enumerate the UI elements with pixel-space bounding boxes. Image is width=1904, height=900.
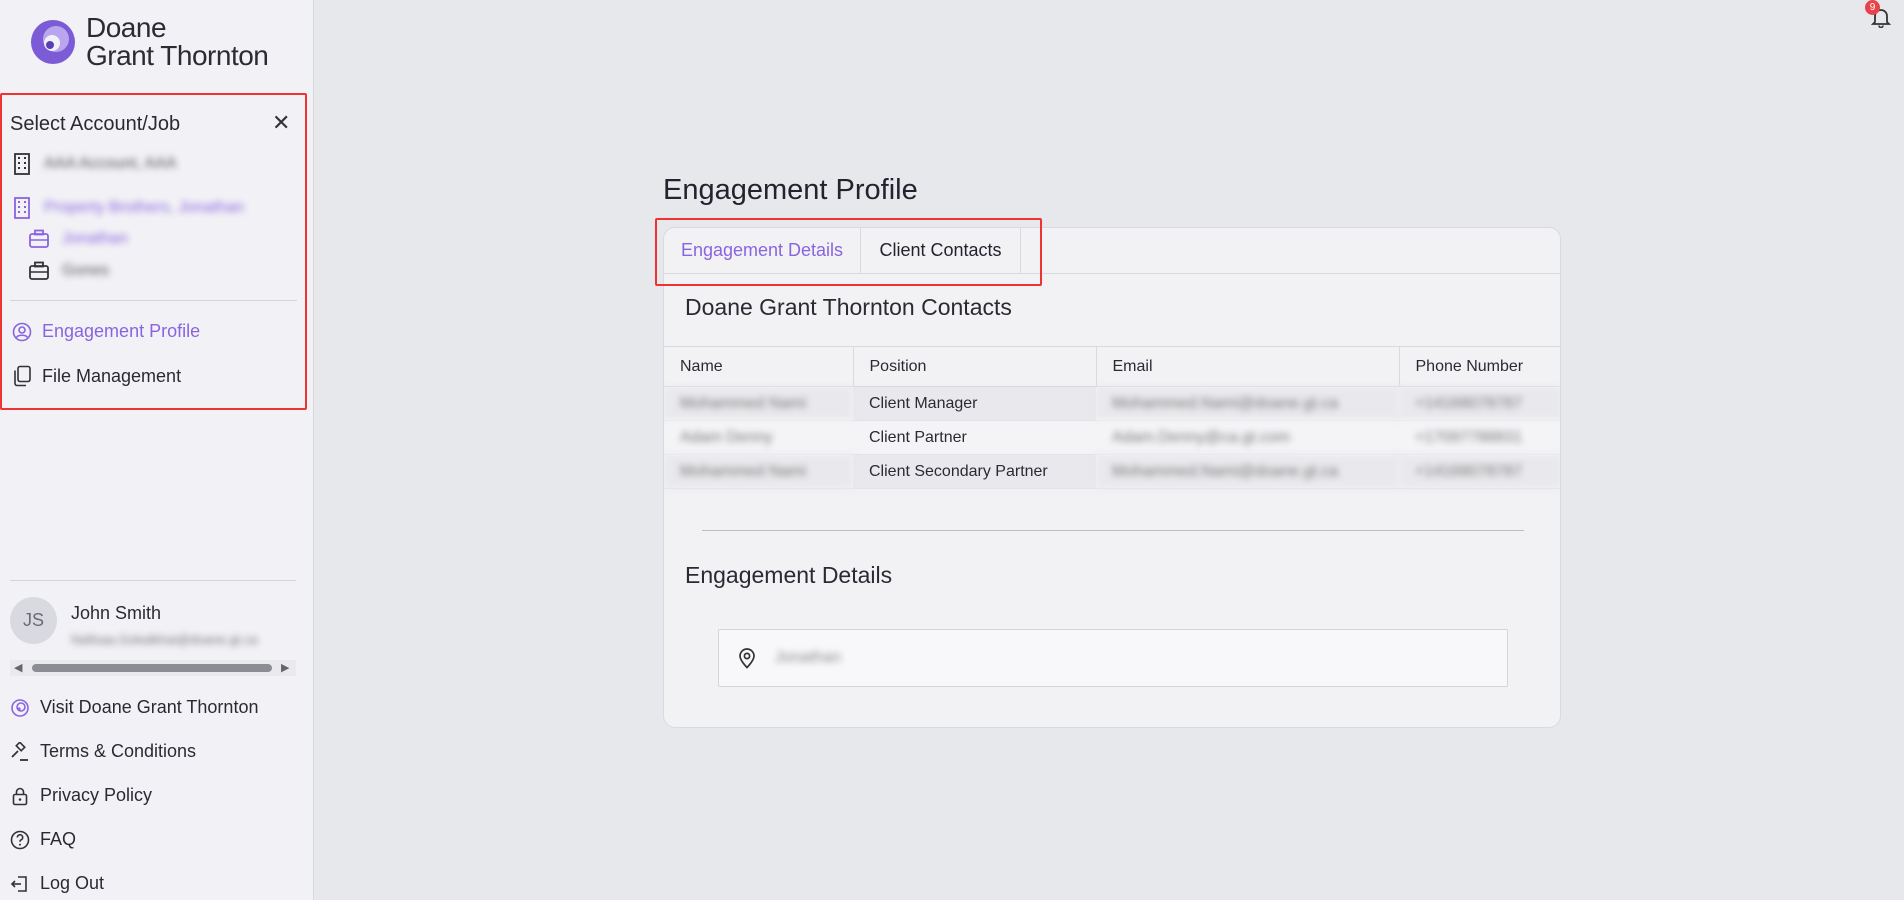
panel-title: Select Account/Job [10, 113, 181, 135]
scrollbar-thumb[interactable] [32, 664, 272, 672]
link-privacy[interactable]: Privacy Policy [10, 785, 152, 806]
nav-file-management[interactable]: File Management [12, 365, 181, 387]
scroll-left-icon[interactable]: ◀ [14, 661, 22, 674]
link-faq[interactable]: FAQ [10, 829, 76, 850]
location-field: Jonathan [718, 629, 1508, 687]
table-row: Adam Denny Client Partner Adam.Denny@ca.… [664, 420, 1560, 455]
contact-name: Adam Denny [664, 420, 853, 455]
user-profile[interactable]: JS John Smith Nafisaa.Gokalkhai@doane.gt… [10, 597, 258, 647]
account-label: Property Brothers, Jonathan [44, 199, 245, 216]
files-icon [12, 365, 32, 387]
link-label: FAQ [40, 829, 77, 849]
briefcase-icon [28, 261, 50, 281]
account-item-property-brothers[interactable]: Property Brothers, Jonathan [12, 197, 244, 219]
account-job-selector: Select Account/Job ✕ AAA Account, AAA Pr… [0, 93, 307, 410]
contact-email[interactable]: Mohammed.Nami@doane.gt.ca [1096, 454, 1399, 489]
brand-icon [10, 698, 30, 718]
horizontal-scrollbar[interactable]: ◀ ▶ [10, 660, 296, 676]
logout-icon [10, 874, 30, 894]
details-title: Engagement Details [685, 562, 893, 588]
link-label: Log Out [40, 873, 105, 893]
contact-email[interactable]: Mohammed.Nami@doane.gt.ca [1096, 386, 1399, 421]
tab-client-contacts[interactable]: Client Contacts [861, 228, 1021, 273]
table-row: Mohammed Nami Client Secondary Partner M… [664, 454, 1560, 489]
user-email: Nafisaa.Gokalkhai@doane.gt.ca [71, 632, 258, 647]
contact-name: Mohammed Nami [664, 386, 853, 421]
link-visit-dgt[interactable]: Visit Doane Grant Thornton [10, 697, 258, 718]
contacts-title: Doane Grant Thornton Contacts [685, 294, 1012, 320]
account-label: AAA Account, AAA [44, 155, 177, 172]
gavel-icon [10, 741, 30, 762]
nav-label: Engagement Profile [42, 321, 201, 341]
brand-logo[interactable]: Doane Grant Thornton [30, 12, 269, 71]
brand-logo-icon [31, 20, 75, 64]
contact-position: Client Secondary Partner [853, 454, 1096, 489]
map-pin-icon [737, 647, 757, 669]
page-title: Engagement Profile [663, 174, 918, 206]
building-icon [12, 197, 32, 219]
user-name: John Smith [71, 603, 162, 623]
sidebar: Doane Grant Thornton Select Account/Job … [0, 0, 314, 900]
contact-phone: +14168078787 [1399, 454, 1560, 489]
link-logout[interactable]: Log Out [10, 873, 104, 894]
table-row: Mohammed Nami Client Manager Mohammed.Na… [664, 386, 1560, 421]
nav-engagement-profile[interactable]: Engagement Profile [12, 321, 200, 342]
table-header-row: Name Position Email Phone Number [664, 346, 1560, 387]
contact-position: Client Manager [853, 386, 1096, 421]
column-header-email: Email [1096, 346, 1400, 387]
link-label: Visit Doane Grant Thornton [40, 697, 259, 717]
contact-name: Mohammed Nami [664, 454, 853, 489]
contact-phone: +17097788831 [1399, 420, 1560, 455]
brand-name: Doane Grant Thornton [86, 12, 269, 71]
link-label: Terms & Conditions [40, 741, 197, 761]
column-header-name: Name [664, 346, 854, 387]
location-value: Jonathan [775, 649, 841, 666]
divider [10, 580, 296, 581]
notification-badge: 9 [1865, 0, 1880, 15]
column-header-position: Position [853, 346, 1097, 387]
avatar: JS [10, 597, 57, 644]
job-item-gones[interactable]: Gones [28, 261, 109, 281]
job-label: Jonathan [62, 230, 128, 247]
question-icon [10, 830, 30, 850]
scroll-right-icon[interactable]: ▶ [281, 661, 289, 674]
contacts-table: Name Position Email Phone Number Mohamme… [664, 346, 1560, 489]
nav-label: File Management [42, 365, 182, 386]
contact-email[interactable]: Adam.Denny@ca.gt.com [1096, 420, 1399, 455]
briefcase-icon [28, 229, 50, 249]
section-divider [702, 530, 1524, 531]
tab-bar: Engagement Details Client Contacts [664, 228, 1560, 274]
user-circle-icon [12, 322, 32, 342]
lock-icon [10, 786, 30, 806]
column-header-phone: Phone Number [1399, 346, 1560, 387]
building-icon [12, 153, 32, 175]
contact-position: Client Partner [853, 420, 1096, 455]
contact-phone: +14168078787 [1399, 386, 1560, 421]
link-label: Privacy Policy [40, 785, 153, 805]
link-terms[interactable]: Terms & Conditions [10, 741, 196, 762]
job-item-jonathan[interactable]: Jonathan [28, 229, 128, 249]
divider [10, 300, 297, 301]
close-icon[interactable]: ✕ [272, 110, 290, 136]
job-label: Gones [62, 262, 110, 279]
tab-engagement-details[interactable]: Engagement Details [664, 228, 861, 273]
engagement-card: Engagement Details Client Contacts Doane… [663, 227, 1561, 728]
account-item-aaa[interactable]: AAA Account, AAA [12, 153, 177, 175]
